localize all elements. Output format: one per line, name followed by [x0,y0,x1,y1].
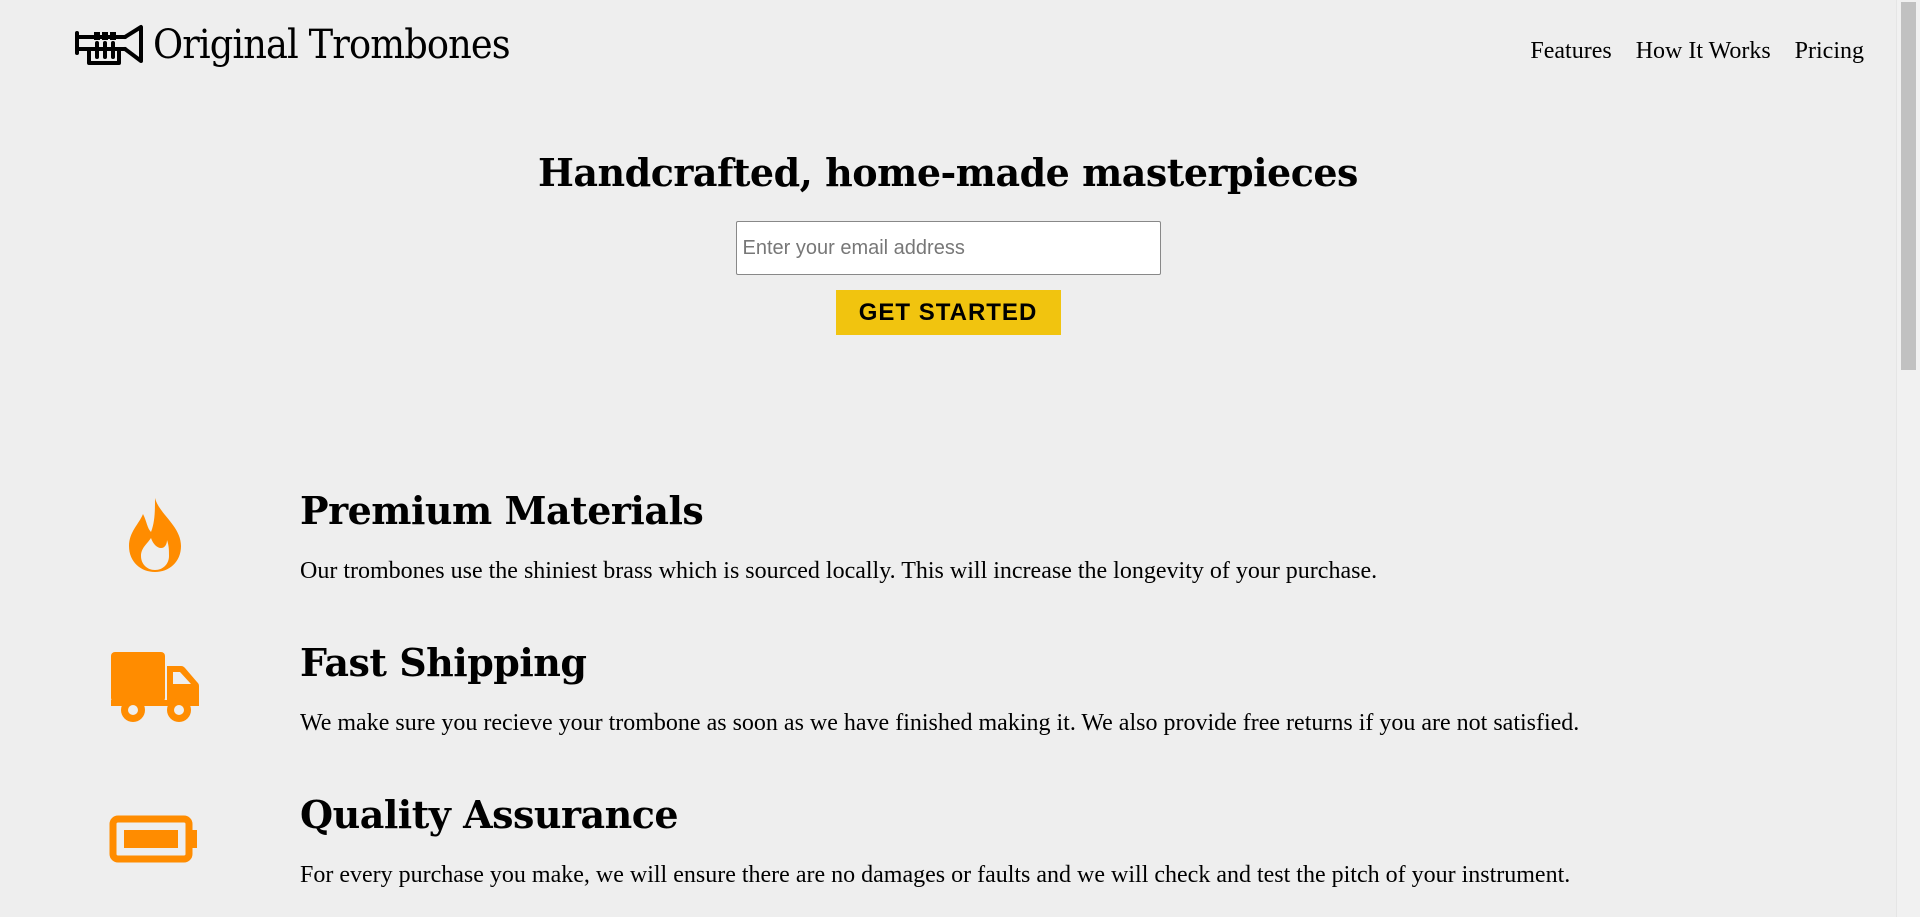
feature-title: Fast Shipping [300,640,587,685]
nav-link-features[interactable]: Features [1530,38,1611,65]
trumpet-logo-icon [75,25,143,65]
scrollbar-thumb[interactable] [1901,2,1916,370]
brand-logo[interactable]: Original Trombones [75,22,541,68]
feature-item-premium-materials: Premium Materials Our trombones use the … [0,480,1896,630]
feature-item-quality-assurance: Quality Assurance For every purchase you… [0,784,1896,917]
truck-icon [100,632,210,742]
nav-link-pricing[interactable]: Pricing [1795,38,1864,65]
main-nav: Features How It Works Pricing [1530,38,1864,65]
site-header: Original Trombones Features How It Works… [0,0,1896,100]
feature-title: Quality Assurance [300,792,679,837]
fire-icon [100,480,210,590]
nav-link-how-it-works[interactable]: How It Works [1636,38,1771,65]
page: Original Trombones Features How It Works… [0,0,1920,917]
email-input[interactable] [735,221,1161,275]
feature-title: Premium Materials [300,488,704,533]
battery-icon [100,784,210,894]
hero-title: Handcrafted, home-made masterpieces [538,150,1358,195]
get-started-button[interactable]: GET STARTED [835,290,1061,335]
hero-section: Handcrafted, home-made masterpieces GET … [0,150,1896,335]
feature-description: We make sure you recieve your trombone a… [300,710,1580,736]
brand-name: Original Trombones [153,22,511,68]
feature-item-fast-shipping: Fast Shipping We make sure you recieve y… [0,632,1896,782]
feature-description: Our trombones use the shiniest brass whi… [300,558,1378,584]
feature-description: For every purchase you make, we will ens… [300,862,1571,888]
vertical-scrollbar[interactable] [1896,0,1920,917]
